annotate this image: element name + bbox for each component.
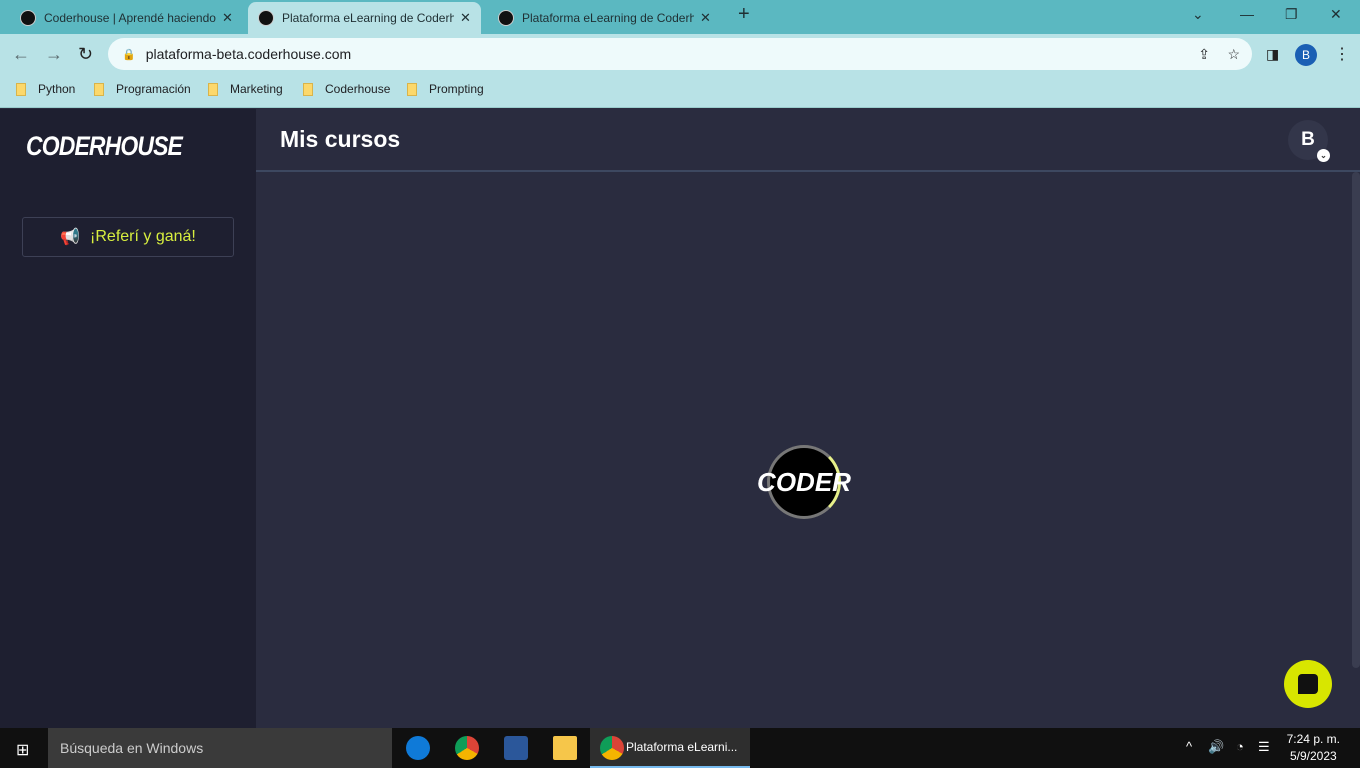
tab-bar: Coderhouse | Aprendé haciendo ✕ Plataform… (0, 0, 1360, 34)
volume-icon[interactable]: 🔊 (1208, 739, 1224, 755)
sidebar: CODERHOUSE 📢 ¡Referí y ganá! (0, 109, 256, 728)
menu-icon[interactable]: ⋮ (1334, 44, 1350, 64)
bookmark-coderhouse[interactable]: Coderhouse (303, 82, 390, 96)
chrome-icon[interactable] (455, 736, 479, 760)
back-button[interactable]: ← (12, 44, 30, 65)
chrome-icon (600, 736, 624, 760)
reload-button[interactable]: ↻ (78, 44, 93, 65)
coderhouse-favicon-icon (20, 10, 36, 26)
tab-plataforma[interactable]: Plataforma eLearning de Coderhouse✕ (488, 2, 721, 34)
main-content: Mis cursos B ⌄ CODER (256, 109, 1360, 728)
folder-icon (94, 82, 104, 96)
coderhouse-favicon-icon (258, 10, 274, 26)
close-tab-icon[interactable]: ✕ (460, 10, 471, 26)
word-icon[interactable] (504, 736, 528, 760)
side-panel-icon[interactable]: ◨ (1266, 46, 1279, 63)
new-tab-button[interactable]: + (738, 3, 750, 26)
edge-icon[interactable] (406, 736, 430, 760)
chevron-down-icon: ⌄ (1317, 149, 1330, 162)
wifi-icon[interactable]: ◔ (1236, 739, 1244, 754)
folder-icon (303, 82, 313, 96)
show-hidden-icons[interactable]: ^ (1186, 739, 1192, 754)
folder-icon (208, 82, 218, 96)
tab-coderhouse[interactable]: Coderhouse | Aprendé haciendo ✕ (10, 2, 243, 34)
bookmark-marketing[interactable]: Marketing (208, 82, 283, 96)
notifications-icon[interactable]: ☰ (1258, 739, 1270, 755)
browser-toolbar: ← → ↻ 🔒 plataforma-beta.coderhouse.com ⇪ ☆… (0, 34, 1360, 74)
scrollbar[interactable] (1352, 172, 1360, 668)
bookmark-star-icon[interactable]: ☆ (1227, 46, 1240, 63)
close-tab-icon[interactable]: ✕ (700, 10, 711, 26)
bookmark-prompting[interactable]: Prompting (407, 82, 484, 96)
megaphone-icon: 📢 (60, 229, 81, 246)
tab-search-icon[interactable]: ⌄ (1192, 6, 1204, 23)
taskbar-chrome-window[interactable]: Plataforma eLearni... (590, 728, 750, 768)
coderhouse-favicon-icon (498, 10, 514, 26)
minimize-button[interactable]: — (1240, 6, 1254, 22)
profile-avatar[interactable]: B (1295, 44, 1317, 66)
user-avatar[interactable]: B ⌄ (1288, 120, 1330, 162)
share-icon[interactable]: ⇪ (1198, 46, 1210, 63)
page-header: Mis cursos B ⌄ (256, 109, 1360, 172)
bookmarks-bar: Python Programación Marketing Coderhouse… (0, 74, 1360, 108)
bookmark-programacion[interactable]: Programación (94, 82, 191, 96)
clock[interactable]: 7:24 p. m. 5/9/2023 (1287, 731, 1340, 765)
chat-support-button[interactable] (1284, 660, 1332, 708)
close-window-button[interactable]: ✕ (1330, 6, 1342, 23)
forward-button[interactable]: → (45, 44, 63, 65)
page-title: Mis cursos (280, 126, 401, 152)
lock-icon: 🔒 (122, 48, 136, 61)
chat-icon (1298, 674, 1318, 694)
folder-icon (16, 82, 26, 96)
windows-taskbar: ⊞ Búsqueda en Windows Plataforma eLearni… (0, 728, 1360, 768)
bookmark-python[interactable]: Python (16, 82, 75, 96)
address-bar[interactable]: 🔒 plataforma-beta.coderhouse.com ⇪ ☆ (108, 38, 1252, 70)
loading-spinner: CODER (757, 445, 851, 519)
windows-search-input[interactable]: Búsqueda en Windows (48, 728, 392, 768)
windows-start-icon[interactable]: ⊞ (16, 740, 29, 760)
restore-button[interactable]: ❐ (1285, 6, 1298, 23)
file-explorer-icon[interactable] (553, 736, 577, 760)
refer-button[interactable]: 📢 ¡Referí y ganá! (22, 217, 234, 257)
tab-plataforma-active[interactable]: Plataforma eLearning de Coderhouse✕ (248, 2, 481, 34)
close-tab-icon[interactable]: ✕ (222, 10, 233, 26)
folder-icon (407, 82, 417, 96)
coderhouse-logo[interactable]: CODERHOUSE (26, 131, 183, 162)
